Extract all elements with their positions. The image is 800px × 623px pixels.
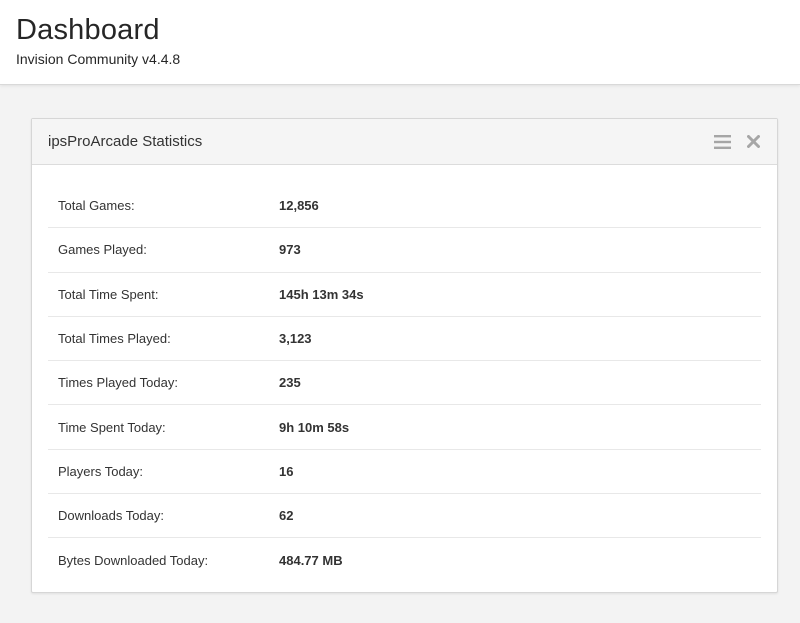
stat-value: 145h 13m 34s (279, 286, 364, 302)
stat-row-time-spent-today: Time Spent Today: 9h 10m 58s (48, 405, 761, 450)
stat-row-players-today: Players Today: 16 (48, 450, 761, 495)
stat-row-total-games: Total Games: 12,856 (48, 184, 761, 229)
stat-row-games-played: Games Played: 973 (48, 228, 761, 273)
stat-row-downloads-today: Downloads Today: 62 (48, 494, 761, 539)
stat-row-total-times-played: Total Times Played: 3,123 (48, 317, 761, 362)
stat-label: Total Times Played: (58, 331, 171, 347)
stat-label: Players Today: (58, 463, 144, 479)
stat-label: Downloads Today: (58, 508, 164, 524)
hamburger-menu-icon[interactable] (714, 133, 731, 150)
stat-value: 16 (279, 463, 294, 479)
widget-header: ipsProArcade Statistics (32, 119, 777, 165)
stat-value: 235 (279, 375, 301, 391)
page-header: Dashboard Invision Community v4.4.8 (0, 0, 800, 85)
widget-title: ipsProArcade Statistics (48, 133, 203, 150)
stat-row-times-played-today: Times Played Today: 235 (48, 361, 761, 406)
stat-value: 62 (279, 508, 294, 524)
stats-table: Total Games: 12,856 Games Played: 973 To… (48, 184, 761, 583)
page-title: Dashboard (16, 14, 160, 46)
stat-value: 9h 10m 58s (279, 419, 350, 435)
widget-tools (714, 133, 762, 150)
page-subtitle: Invision Community v4.4.8 (16, 51, 181, 67)
stat-label: Total Games: (58, 198, 135, 214)
stat-value: 3,123 (279, 331, 312, 347)
stat-row-bytes-downloaded-today: Bytes Downloaded Today: 484.77 MB (48, 538, 761, 582)
stat-label: Times Played Today: (58, 375, 178, 391)
stat-label: Games Played: (58, 242, 147, 258)
stat-row-total-time-spent: Total Time Spent: 145h 13m 34s (48, 273, 761, 317)
stat-label: Time Spent Today: (58, 419, 166, 435)
stat-value: 973 (279, 242, 301, 258)
close-icon[interactable] (745, 133, 762, 150)
stat-label: Total Time Spent: (58, 286, 159, 302)
stat-label: Bytes Downloaded Today: (58, 553, 209, 569)
statistics-widget: ipsProArcade Statistics Total Games: 12,… (31, 118, 778, 593)
stat-value: 484.77 MB (279, 553, 343, 569)
stat-value: 12,856 (279, 198, 319, 214)
